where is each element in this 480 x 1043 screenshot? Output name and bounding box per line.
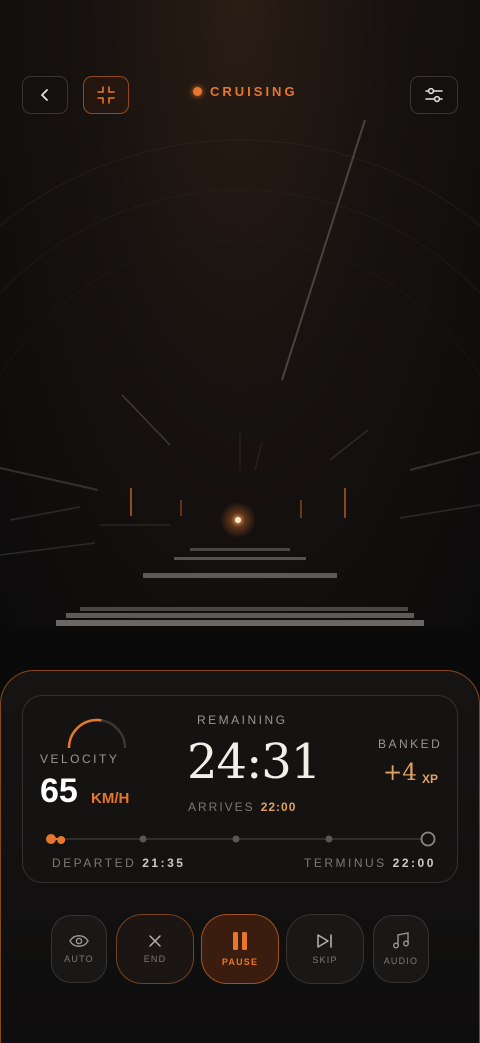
- departed-time: 21:35: [142, 856, 186, 870]
- departed-info: DEPARTED 21:35: [52, 856, 185, 870]
- back-button[interactable]: [22, 76, 68, 114]
- trip-progress[interactable]: [40, 829, 440, 849]
- sliders-icon: [425, 87, 443, 103]
- velocity-gauge: [67, 718, 127, 749]
- departed-label: DEPARTED: [52, 856, 137, 870]
- audio-button[interactable]: AUDIO: [373, 915, 429, 983]
- status-dot: [193, 87, 202, 96]
- skip-icon: [317, 934, 332, 948]
- arrives-label: ARRIVES: [188, 800, 255, 814]
- terminus-info: TERMINUS 22:00: [304, 856, 436, 870]
- minimize-icon: [97, 86, 115, 104]
- terminus-time: 22:00: [392, 856, 436, 870]
- waypoint-marker: [232, 835, 240, 843]
- eye-icon: [69, 935, 89, 947]
- auto-label: AUTO: [64, 954, 94, 964]
- music-icon: [393, 932, 409, 949]
- arrives-time: 22:00: [260, 800, 297, 814]
- pause-button[interactable]: PAUSE: [201, 914, 279, 984]
- waypoint-marker: [325, 835, 333, 843]
- banked-label: BANKED: [378, 737, 443, 751]
- banked-value: +4: [383, 760, 417, 786]
- remaining-time: 24:31: [187, 734, 321, 790]
- end-button[interactable]: END: [116, 914, 194, 984]
- velocity-unit: KM/H: [91, 790, 130, 807]
- remaining-label: REMAINING: [197, 713, 288, 727]
- pause-icon: [233, 932, 247, 950]
- start-marker: [46, 834, 56, 844]
- settings-button[interactable]: [410, 76, 458, 114]
- progress-marker: [57, 836, 66, 844]
- status-label: CRUISING: [210, 84, 298, 99]
- status-indicator: CRUISING: [193, 84, 298, 99]
- auto-button[interactable]: AUTO: [51, 915, 107, 983]
- pause-label: PAUSE: [221, 957, 259, 967]
- chevron-left-icon: [41, 89, 48, 101]
- velocity-label: VELOCITY: [40, 752, 120, 766]
- skip-button[interactable]: SKIP: [286, 914, 364, 984]
- skip-label: SKIP: [312, 955, 338, 965]
- arrives-info: ARRIVES 22:00: [188, 800, 296, 814]
- waypoint-marker: [139, 835, 147, 843]
- end-label: END: [143, 954, 167, 964]
- banked-unit: XP: [422, 772, 439, 786]
- collapse-button[interactable]: [83, 76, 129, 114]
- terminus-marker: [420, 831, 436, 847]
- audio-label: AUDIO: [383, 956, 419, 966]
- velocity-value: 65: [40, 772, 78, 810]
- close-icon: [149, 935, 161, 947]
- top-bar: CRUISING: [22, 76, 458, 116]
- terminus-label: TERMINUS: [304, 856, 387, 870]
